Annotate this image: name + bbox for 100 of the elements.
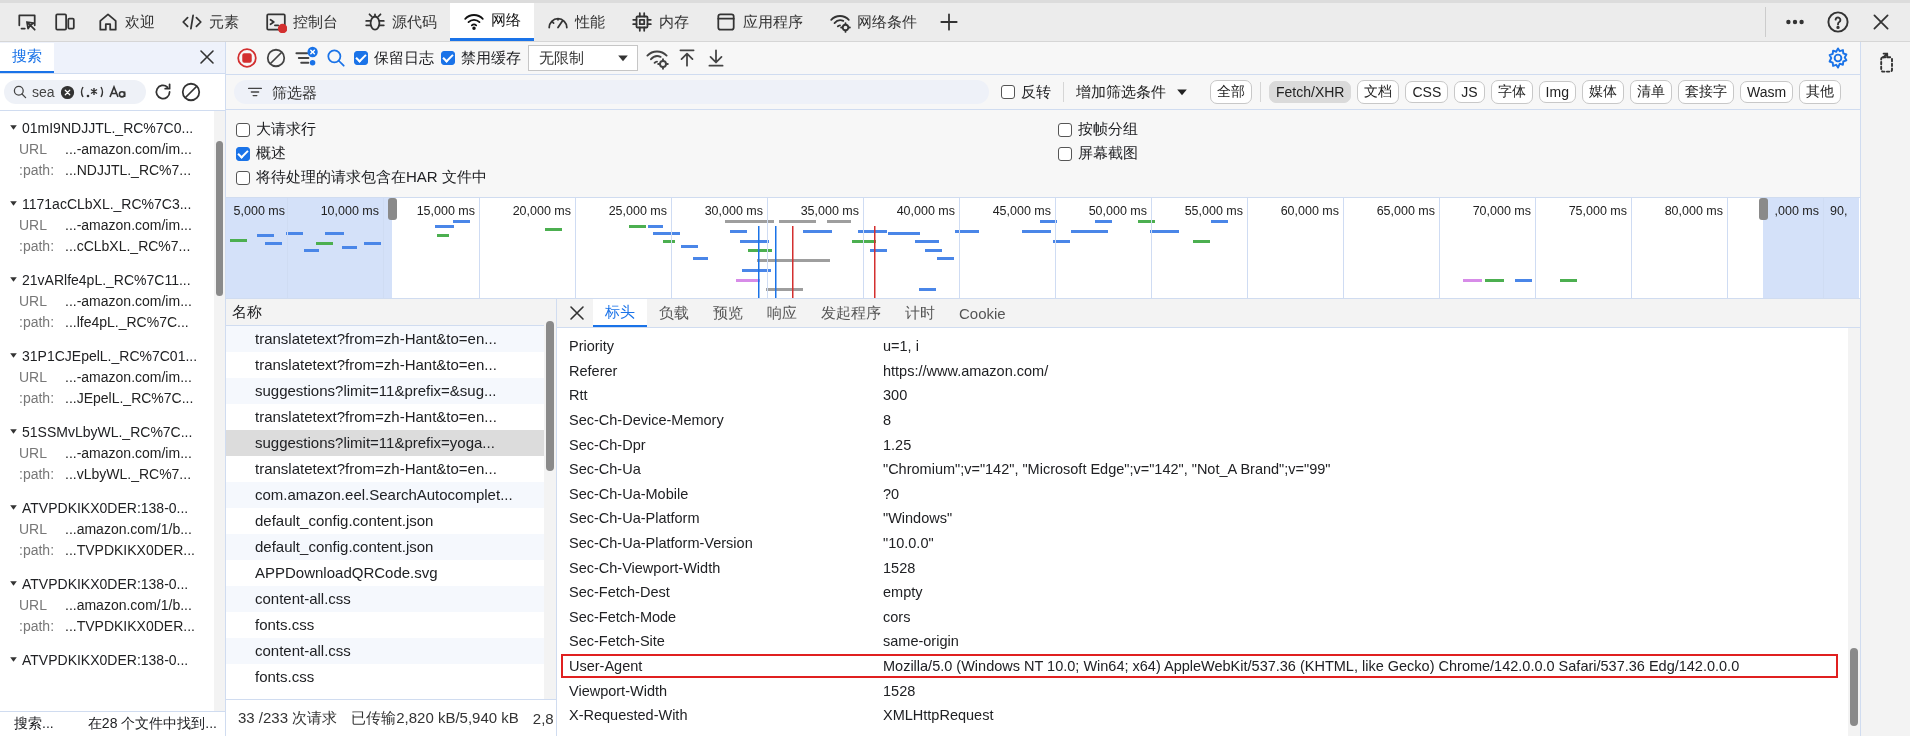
checkbox[interactable] <box>236 122 250 137</box>
column-header[interactable]: 名称 <box>226 299 544 326</box>
type-filter-button[interactable]: 全部 <box>1210 80 1252 104</box>
panel-tab[interactable]: 欢迎 <box>84 3 168 41</box>
result-title[interactable]: 1171acCLbXL._RC%7C3... <box>22 195 192 212</box>
panel-tab[interactable]: 源代码 <box>351 3 450 41</box>
checkbox-label[interactable]: 保留日志 <box>374 48 434 68</box>
expand-triangle-icon[interactable] <box>8 578 19 589</box>
type-filter-button[interactable]: Img <box>1538 81 1576 103</box>
detail-tab[interactable]: Cookie <box>947 299 1018 327</box>
checkbox-label[interactable]: 屏幕截图 <box>1078 144 1138 163</box>
request-row[interactable]: default_config.content.json <box>226 534 544 560</box>
help-icon[interactable] <box>1826 10 1850 34</box>
type-filter-button[interactable]: 套接字 <box>1677 80 1734 104</box>
checkbox[interactable] <box>1058 146 1072 161</box>
checkbox-label[interactable]: 大请求行 <box>256 120 316 139</box>
request-row[interactable]: content-all.css <box>226 586 544 612</box>
result-match[interactable]: ...cCLbXL._RC%7... <box>65 237 191 254</box>
checkbox-label[interactable]: 概述 <box>256 144 286 163</box>
type-filter-button[interactable]: 文档 <box>1357 80 1400 104</box>
close-icon[interactable] <box>197 47 217 67</box>
request-row[interactable]: translatetext?from=zh-Hant&to=en... <box>226 352 544 378</box>
request-row[interactable]: suggestions?limit=11&prefix=yoga... <box>226 430 544 456</box>
scrollbar-thumb[interactable] <box>546 321 554 471</box>
type-filter-button[interactable]: Fetch/XHR <box>1269 81 1352 103</box>
type-filter-button[interactable]: 媒体 <box>1581 80 1624 104</box>
result-title[interactable]: ATVPDKIKX0DER:138-0... <box>22 575 189 592</box>
request-row[interactable]: fonts.css <box>226 664 544 690</box>
detail-tab[interactable]: 计时 <box>893 299 947 327</box>
panel-tab[interactable]: 网络 <box>450 3 534 41</box>
panel-tab[interactable]: 应用程序 <box>702 3 816 41</box>
clear-icon[interactable] <box>180 81 202 103</box>
result-title[interactable]: 21vARlfe4pL._RC%7C11... <box>22 271 191 288</box>
request-row[interactable]: default_config.content.json <box>226 508 544 534</box>
result-match[interactable]: ...lfe4pL._RC%7C... <box>65 313 189 330</box>
result-match[interactable]: ...NDJJTL._RC%7... <box>65 161 192 178</box>
checkbox-label[interactable]: 禁用缓存 <box>461 48 521 68</box>
result-match[interactable]: ...-amazon.com/im... <box>65 216 192 233</box>
search-icon[interactable] <box>325 47 347 69</box>
checkbox-label[interactable]: 将待处理的请求包含在HAR 文件中 <box>256 168 487 187</box>
checkbox[interactable] <box>354 51 368 65</box>
expand-triangle-icon[interactable] <box>8 122 19 133</box>
result-title[interactable]: ATVPDKIKX0DER:138-0... <box>22 651 189 668</box>
request-row[interactable]: content-all.css <box>226 638 544 664</box>
type-filter-button[interactable]: JS <box>1454 81 1485 103</box>
detail-tab[interactable]: 预览 <box>701 299 755 327</box>
request-row[interactable]: translatetext?from=zh-Hant&to=en... <box>226 326 544 352</box>
result-match[interactable]: ...-amazon.com/im... <box>65 368 192 385</box>
request-row[interactable]: com.amazon.eel.SearchAutocomplet... <box>226 482 544 508</box>
result-title[interactable]: 01mI9NDJJTL._RC%7C0... <box>22 119 194 136</box>
scrollbar-thumb[interactable] <box>216 141 223 296</box>
expand-triangle-icon[interactable] <box>8 274 19 285</box>
regex-icon[interactable] <box>79 85 105 99</box>
type-filter-button[interactable]: Wasm <box>1739 81 1794 103</box>
detail-tab[interactable]: 负载 <box>647 299 701 327</box>
expand-triangle-icon[interactable] <box>8 426 19 437</box>
result-match[interactable]: ...JEpelL._RC%7C... <box>65 389 194 406</box>
device-icon[interactable] <box>54 11 76 33</box>
result-match[interactable]: ...TVPDKIKX0DER... <box>65 541 195 558</box>
detail-tab[interactable]: 发起程序 <box>809 299 893 327</box>
panel-tab[interactable]: 内存 <box>618 3 702 41</box>
panel-tab[interactable]: 控制台 <box>252 3 351 41</box>
type-filter-button[interactable]: 其他 <box>1799 80 1842 104</box>
expand-triangle-icon[interactable] <box>8 350 19 361</box>
record-icon[interactable] <box>236 47 258 69</box>
panel-tab[interactable]: 元素 <box>168 3 252 41</box>
add-filter-dropdown[interactable]: 增加筛选条件 <box>1076 82 1190 102</box>
result-title[interactable]: 31P1CJEpelL._RC%7C01... <box>22 347 198 364</box>
result-match[interactable]: ...vLbyWL._RC%7... <box>65 465 192 482</box>
close-icon[interactable] <box>567 303 587 323</box>
scrollbar-thumb[interactable] <box>1850 648 1858 726</box>
throttle-dropdown[interactable]: 无限制 <box>528 45 638 71</box>
result-match[interactable]: ...-amazon.com/im... <box>65 292 192 309</box>
result-match[interactable]: ...-amazon.com/im... <box>65 444 192 461</box>
detail-tab[interactable]: 响应 <box>755 299 809 327</box>
result-match[interactable]: ...-amazon.com/im... <box>65 140 192 157</box>
detail-tab[interactable]: 标头 <box>593 299 647 327</box>
request-row[interactable]: fonts.css <box>226 612 544 638</box>
expand-triangle-icon[interactable] <box>8 654 19 665</box>
request-row[interactable]: translatetext?from=zh-Hant&to=en... <box>226 456 544 482</box>
clear-icon[interactable] <box>265 47 287 69</box>
match-case-icon[interactable] <box>109 85 127 99</box>
search-tab[interactable]: 搜索 <box>0 43 54 73</box>
result-title[interactable]: ATVPDKIKX0DER:138-0... <box>22 499 189 516</box>
range-handle[interactable] <box>388 198 397 220</box>
clear-icon[interactable] <box>60 84 75 100</box>
result-match[interactable]: ...amazon.com/1/b... <box>65 596 192 613</box>
result-title[interactable]: 51SSMvLbyWL._RC%7C... <box>22 423 193 440</box>
checkbox[interactable] <box>236 146 250 161</box>
range-handle[interactable] <box>1759 198 1768 220</box>
request-row[interactable]: APPDownloadQRCode.svg <box>226 560 544 586</box>
panel-tab[interactable]: 网络条件 <box>816 3 930 41</box>
request-row[interactable]: translatetext?from=zh-Hant&to=en... <box>226 404 544 430</box>
checkbox[interactable] <box>441 51 455 65</box>
checkbox[interactable] <box>1001 85 1015 99</box>
search-field[interactable]: sea <box>4 80 146 104</box>
checkbox-label[interactable]: 按帧分组 <box>1078 120 1138 139</box>
panel-tab[interactable]: 性能 <box>534 3 618 41</box>
settings-icon[interactable] <box>1826 46 1850 70</box>
result-match[interactable]: ...TVPDKIKX0DER... <box>65 617 195 634</box>
